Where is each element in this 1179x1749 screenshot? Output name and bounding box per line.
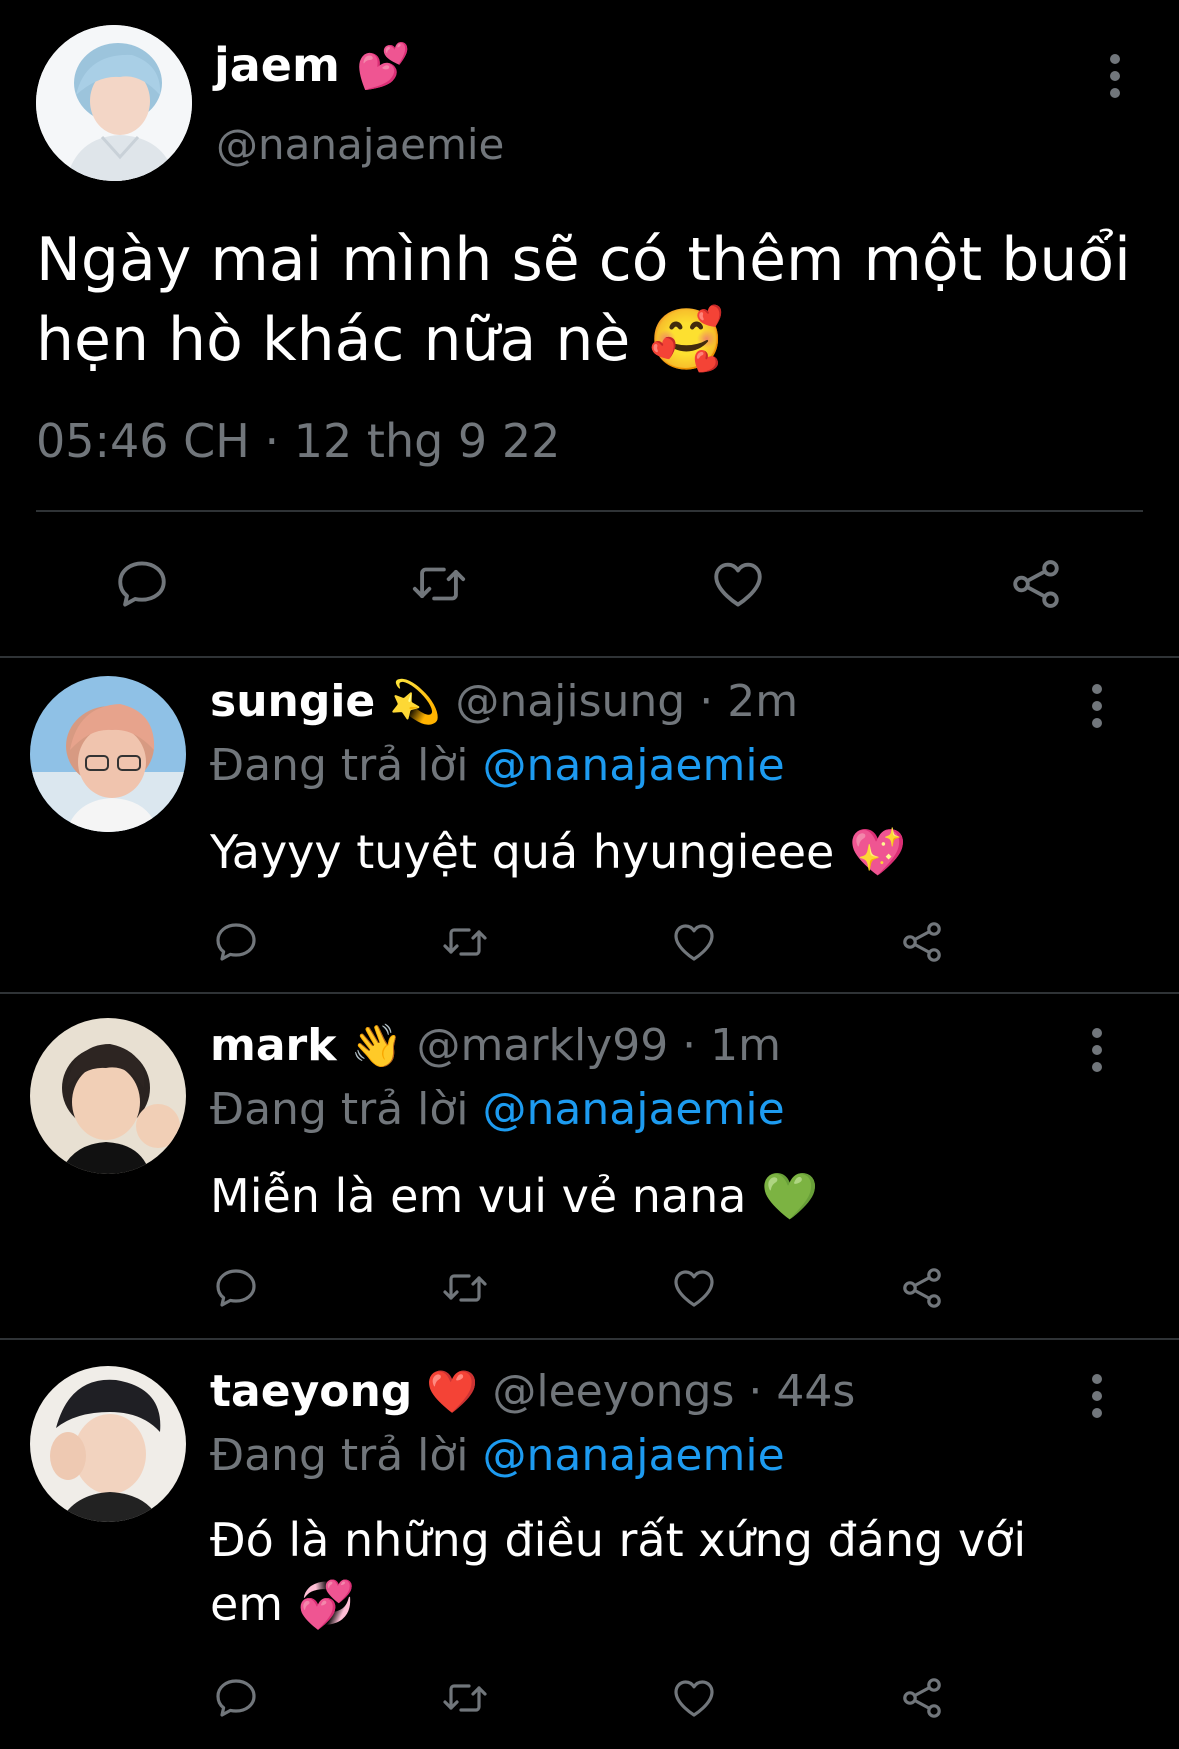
reply-avatar-mark[interactable]: [30, 1018, 186, 1174]
share-icon[interactable]: [896, 916, 948, 968]
retweet-icon[interactable]: [404, 552, 474, 616]
reply-text: Miễn là em vui vẻ nana 💚: [210, 1169, 819, 1223]
section-divider: [0, 656, 1179, 658]
main-tweet-timestamp: 05:46 CH · 12 thg 9 22: [36, 414, 561, 468]
reply-author-name[interactable]: mark: [210, 1020, 337, 1071]
share-icon[interactable]: [896, 1672, 948, 1724]
replying-mention-link[interactable]: @nanajaemie: [483, 740, 785, 791]
main-author-handle[interactable]: @nanajaemie: [216, 120, 504, 169]
reply-more-options-icon[interactable]: [1091, 1374, 1103, 1418]
reply-avatar-sungie[interactable]: [30, 676, 186, 832]
main-avatar[interactable]: [36, 25, 192, 181]
like-icon[interactable]: [668, 1262, 720, 1314]
reply-text: Yayyy tuyệt quá hyungieee 💖: [210, 825, 907, 879]
replying-label: Đang trả lời: [210, 1084, 469, 1135]
section-divider: [0, 992, 1179, 994]
reply-header-mark: mark 👋 @markly99 · 1m: [210, 1020, 781, 1071]
retweet-icon[interactable]: [436, 1262, 494, 1314]
replying-mention-link[interactable]: @nanajaemie: [483, 1084, 785, 1135]
main-more-options-icon[interactable]: [1109, 54, 1121, 98]
reply-header-taeyong: taeyong ❤️ @leeyongs · 44s: [210, 1366, 855, 1417]
reply-handle-time[interactable]: @leeyongs · 44s: [492, 1366, 855, 1417]
like-icon[interactable]: [706, 552, 770, 616]
reply-author-name[interactable]: sungie: [210, 676, 375, 727]
reply-author-emoji: 💫: [389, 677, 442, 726]
avatar-image: [36, 25, 192, 181]
main-author-emoji: 💕: [355, 41, 411, 92]
reply-icon[interactable]: [210, 1262, 262, 1314]
share-icon[interactable]: [1004, 552, 1068, 616]
share-icon[interactable]: [896, 1262, 948, 1314]
section-divider: [0, 1338, 1179, 1340]
reply-handle-time[interactable]: @najisung · 2m: [455, 676, 798, 727]
retweet-icon[interactable]: [436, 916, 494, 968]
like-icon[interactable]: [668, 916, 720, 968]
main-tweet-text: Ngày mai mình sẽ có thêm một buổi hẹn hò…: [36, 225, 1131, 375]
replying-to-line: Đang trả lời @nanajaemie: [210, 740, 785, 791]
reply-more-options-icon[interactable]: [1091, 684, 1103, 728]
replying-label: Đang trả lời: [210, 740, 469, 791]
reply-author-name[interactable]: taeyong: [210, 1366, 412, 1417]
reply-avatar-taeyong[interactable]: [30, 1366, 186, 1522]
replying-to-line: Đang trả lời @nanajaemie: [210, 1084, 785, 1135]
reply-handle-time[interactable]: @markly99 · 1m: [417, 1020, 781, 1071]
reply-icon[interactable]: [210, 1672, 262, 1724]
main-author-name-text: jaem: [214, 38, 340, 92]
reply-author-emoji: 👋: [350, 1021, 403, 1070]
reply-header-sungie: sungie 💫 @najisung · 2m: [210, 676, 798, 727]
reply-text: Đó là những điều rất xứng đáng với em 💞: [210, 1513, 1027, 1631]
replying-mention-link[interactable]: @nanajaemie: [483, 1430, 785, 1481]
reply-more-options-icon[interactable]: [1091, 1028, 1103, 1072]
reply-icon[interactable]: [110, 552, 174, 616]
reply-author-emoji: ❤️: [426, 1367, 479, 1416]
replying-to-line: Đang trả lời @nanajaemie: [210, 1430, 785, 1481]
retweet-icon[interactable]: [436, 1672, 494, 1724]
reply-icon[interactable]: [210, 916, 262, 968]
main-divider: [36, 510, 1143, 512]
like-icon[interactable]: [668, 1672, 720, 1724]
replying-label: Đang trả lời: [210, 1430, 469, 1481]
main-author-name[interactable]: jaem 💕: [214, 38, 410, 92]
